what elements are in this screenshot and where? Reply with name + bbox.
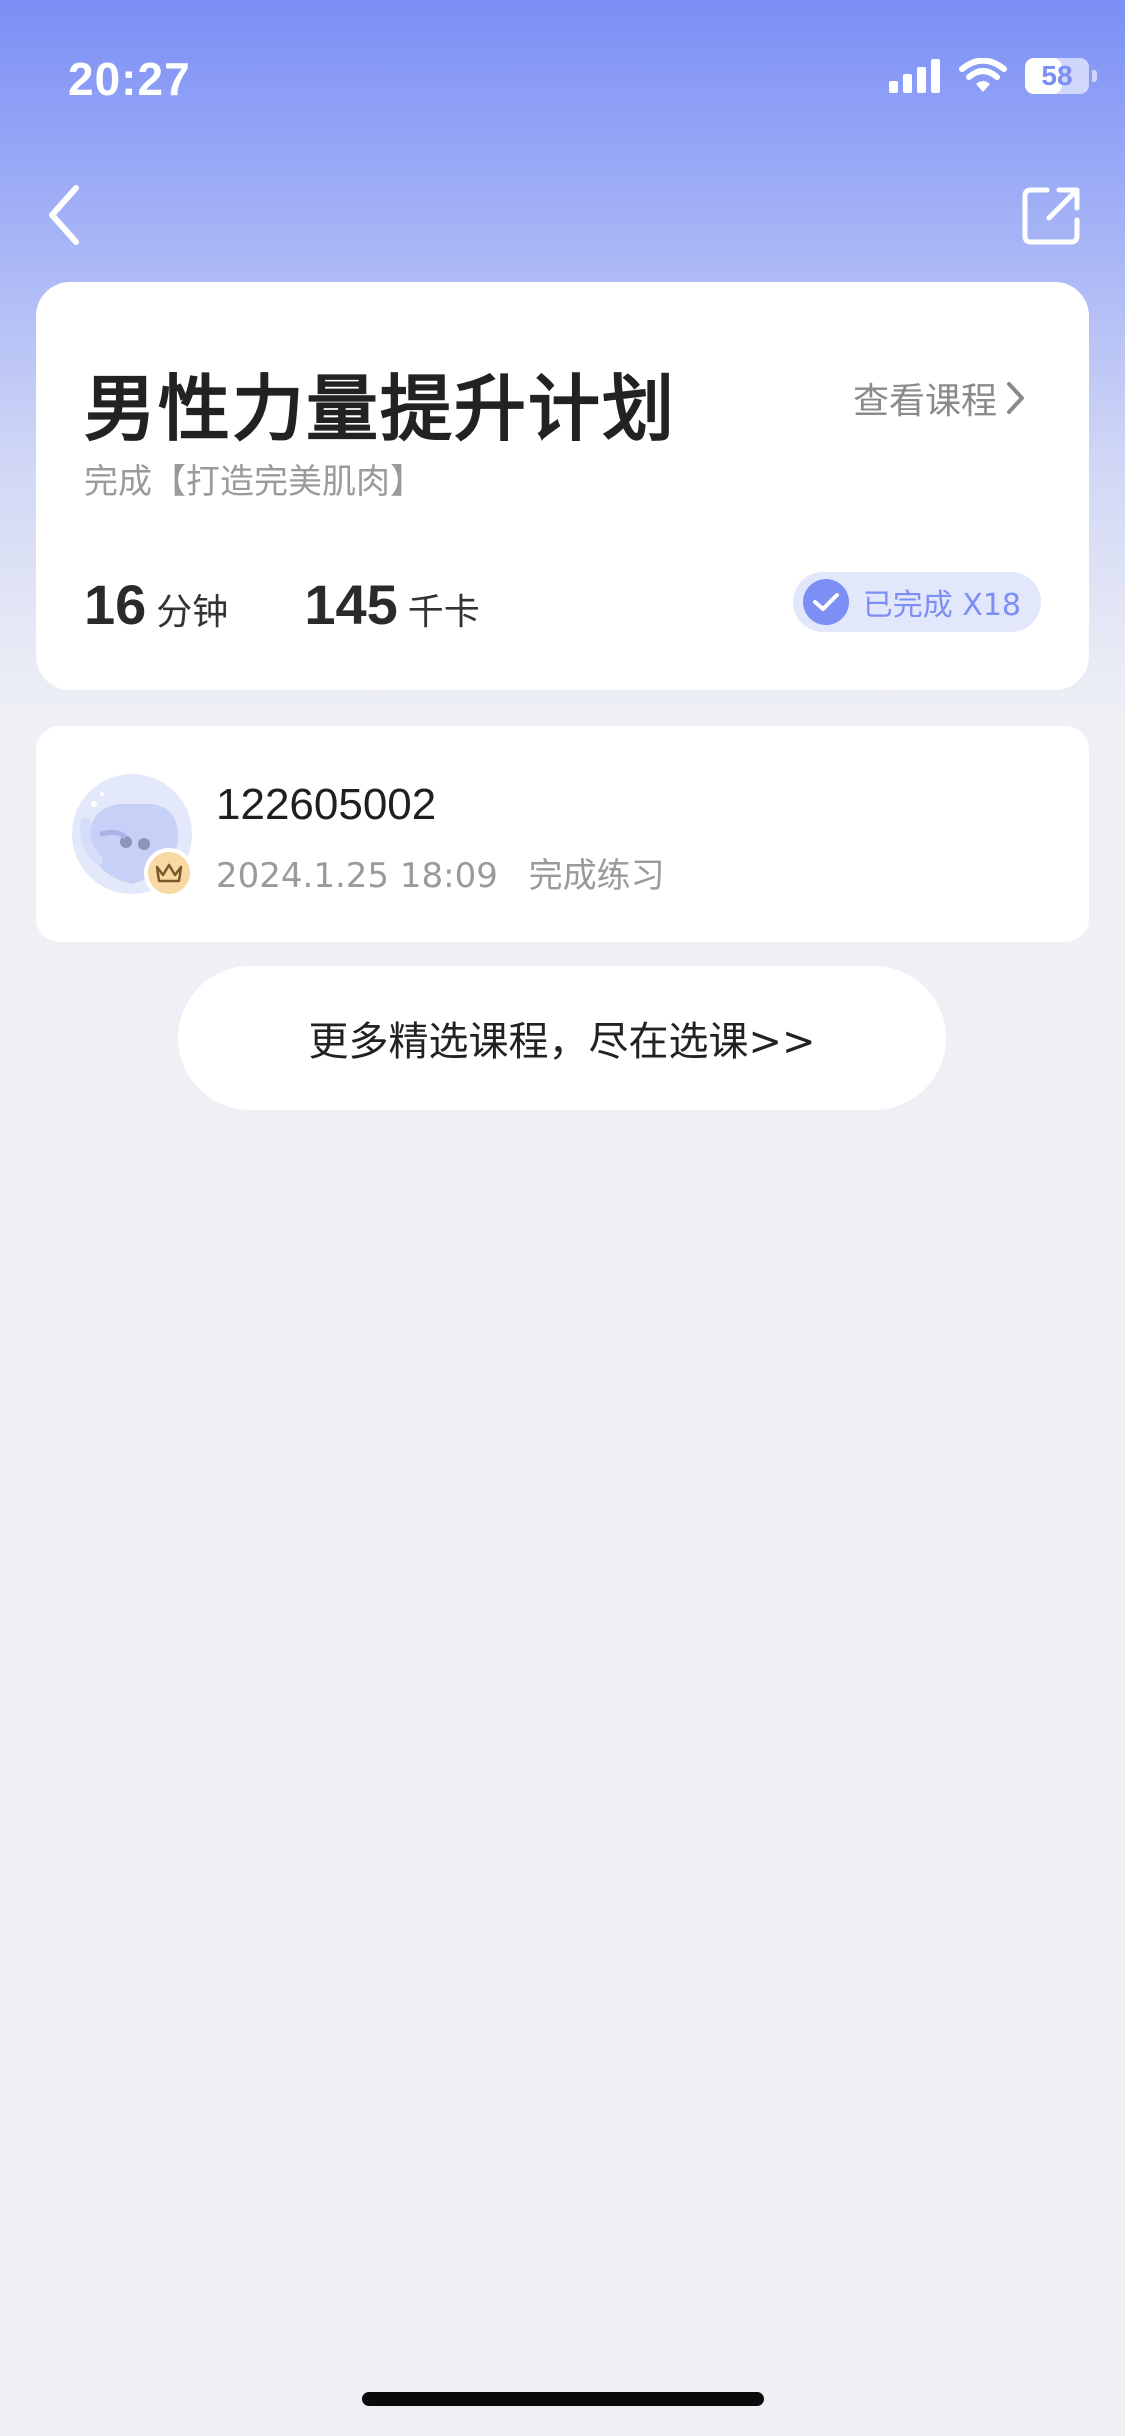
record-card: 122605002 2024.1.25 18:09 完成练习 [36,726,1089,942]
calories-unit: 千卡 [407,592,480,633]
chevron-left-icon [49,185,79,245]
record-action: 完成练习 [528,856,665,896]
record-time: 2024.1.25 18:09 [216,856,498,896]
battery-percentage: 58 [1041,60,1073,91]
course-stats: 16 分钟 145 千卡 [84,572,480,637]
check-icon [802,579,849,625]
crown-icon [144,848,194,898]
battery-icon: 58 [1025,58,1097,94]
completed-badge: 已完成 X18 [792,572,1041,632]
duration-unit: 分钟 [156,592,229,633]
share-icon [1022,187,1080,245]
status-time: 20:27 [68,53,191,105]
user-id: 122605002 [216,780,437,829]
calories-value: 145 [304,573,398,636]
more-courses-button[interactable]: 更多精选课程，尽在选课>> [178,966,946,1110]
home-indicator[interactable] [362,2392,764,2406]
course-title: 男性力量提升计划 [84,367,677,451]
status-icons: 58 [889,58,1097,94]
chevron-right-icon [1007,382,1024,414]
duration-value: 16 [84,573,147,636]
course-card: 男性力量提升计划 查看课程 完成【打造完美肌肉】 16 分钟 145 千卡 已完… [36,282,1089,690]
share-button[interactable] [1019,182,1085,248]
back-button[interactable] [40,180,90,250]
record-meta: 2024.1.25 18:09 完成练习 [216,848,665,897]
course-subtitle: 完成【打造完美肌肉】 [84,462,424,502]
view-course-label: 查看课程 [852,381,997,422]
completed-count: 已完成 X18 [862,588,1021,623]
wifi-icon [959,58,1007,92]
view-course-link[interactable]: 查看课程 [853,372,1027,424]
signal-icon [889,59,940,93]
status-bar: 20:27 58 [0,0,1125,160]
battery-cap [1092,70,1097,82]
